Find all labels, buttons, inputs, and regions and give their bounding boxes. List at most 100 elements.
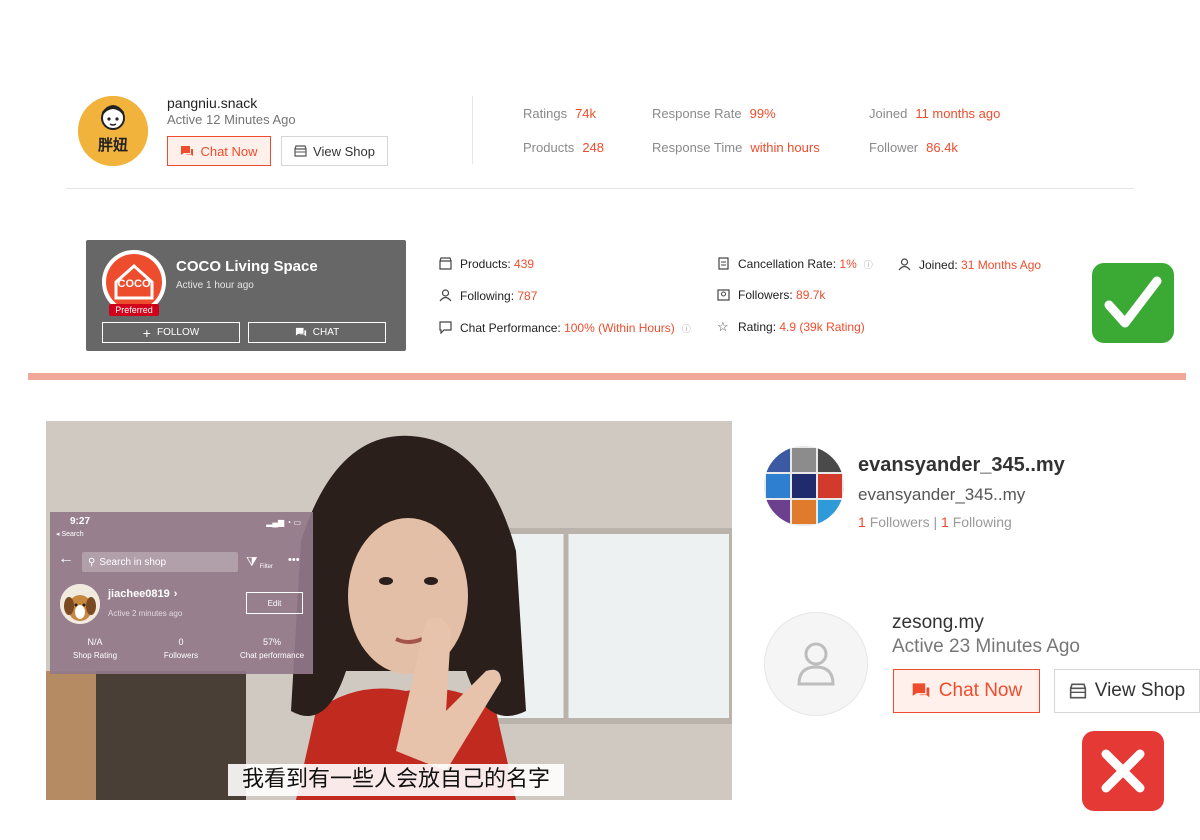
preferred-badge: Preferred [109, 304, 159, 316]
view-shop-button[interactable]: View Shop [281, 136, 388, 166]
metric-label: Chat performance [239, 651, 305, 660]
stat-label: Joined [869, 106, 908, 121]
shop-header-pangniu: 胖妞 pangniu.snack Active 12 Minutes Ago C… [0, 0, 1200, 200]
followers-count: 1 [858, 514, 866, 530]
stat-value: 439 [514, 257, 535, 271]
followers-label[interactable]: Followers [870, 514, 930, 530]
stat-label: Response Time [652, 140, 743, 155]
logo-text: 胖妞 [97, 136, 128, 154]
active-status: Active 12 Minutes Ago [167, 112, 296, 127]
metric-label: Shop Rating [72, 651, 118, 660]
stat-value: 89.7k [796, 288, 826, 302]
back-arrow-icon[interactable]: ← [58, 550, 74, 568]
logo-text: COCO [117, 278, 151, 290]
metric-chat-performance: 57% Chat performance [232, 637, 312, 660]
stat-label: Rating: [738, 320, 777, 334]
star-icon: ☆ [717, 319, 729, 334]
metric-shop-rating: N/A Shop Rating [60, 637, 130, 660]
phone-screenshot-overlay: 9:27 ▂▄▆ ◔ ▭ ◂ Search ← ⚲ Search in shop… [50, 512, 313, 674]
section-divider [28, 373, 1186, 380]
chat-button[interactable]: CHAT [248, 322, 386, 343]
stat-joined: Joined 11 months ago [869, 106, 1000, 121]
check-icon [1092, 263, 1174, 343]
filter-icon: ⧩ [246, 554, 258, 569]
info-icon[interactable]: ⓘ [682, 322, 691, 335]
chat-icon [181, 145, 194, 156]
metric-value: 57% [262, 637, 281, 647]
chat-label: CHAT [312, 327, 340, 338]
back-link[interactable]: ◂ Search [56, 530, 84, 538]
username-text: jiachee0819 [108, 588, 170, 600]
search-input[interactable]: ⚲ Search in shop [82, 552, 238, 572]
follow-button[interactable]: + FOLLOW [102, 322, 240, 343]
stat-products: Products 248 [523, 140, 604, 155]
stat-label: Products [523, 140, 575, 155]
stat-label: Products: [460, 257, 511, 271]
users-icon [717, 288, 731, 302]
metric-value: 0 [178, 637, 184, 647]
stat-value: 31 Months Ago [961, 258, 1042, 272]
view-shop-button[interactable]: View Shop [1054, 669, 1200, 713]
shop-name: zesong.my [892, 612, 984, 633]
document-icon [717, 257, 731, 271]
chat-icon [912, 683, 930, 698]
vertical-divider [472, 96, 473, 164]
chevron-right-icon: › [173, 588, 178, 600]
stat-chat-performance: Chat Performance: 100% (Within Hours) ⓘ [439, 321, 691, 335]
edit-label: Edit [267, 598, 282, 608]
following-count: 1 [941, 514, 949, 530]
stat-label: Followers: [738, 288, 793, 302]
stat-label: Chat Performance: [460, 321, 561, 335]
dog-avatar-icon [60, 584, 100, 624]
stat-label: Ratings [523, 106, 568, 121]
stat-value: 4.9 (39k Rating) [779, 320, 865, 334]
profile-username[interactable]: jiachee0819 › [108, 588, 177, 600]
stat-label: Joined: [919, 258, 958, 272]
shop-avatar[interactable]: 胖妞 [78, 96, 148, 166]
stat-follower: Follower 86.4k [869, 140, 958, 155]
search-placeholder: Search in shop [99, 556, 167, 568]
more-icon[interactable]: ••• [288, 554, 300, 566]
metric-label: Followers [163, 651, 199, 660]
stat-followers: Followers: 89.7k [717, 288, 825, 302]
stat-products: Products: 439 [439, 257, 534, 271]
following-label[interactable]: Following [953, 514, 1012, 530]
shop-icon [294, 145, 307, 157]
chat-now-button[interactable]: Chat Now [893, 669, 1040, 713]
shop-name: COCO Living Space [176, 258, 318, 275]
stat-label: Cancellation Rate: [738, 257, 837, 271]
metric-value: N/A [87, 637, 103, 647]
profile-active: Active 2 minutes ago [108, 609, 183, 618]
search-icon: ⚲ [88, 556, 96, 568]
shop-name: evansyander_345..my [858, 454, 1065, 476]
stat-value: 248 [582, 140, 605, 155]
stat-rating: ☆ Rating: 4.9 (39k Rating) [717, 320, 865, 334]
stat-ratings: Ratings 74k [523, 106, 596, 121]
follow-label: FOLLOW [156, 327, 200, 338]
chat-bubble-icon [439, 321, 453, 335]
filter-label: Filter [259, 564, 273, 570]
shop-avatar[interactable] [764, 446, 844, 526]
video-subtitle: 我看到有一些人会放自己的名字 [228, 764, 564, 796]
metric-followers: 0 Followers [150, 637, 212, 660]
info-icon[interactable]: ⓘ [864, 258, 873, 271]
stat-response-time: Response Time within hours [652, 140, 820, 155]
stat-value: 1% [839, 257, 857, 271]
filter-button[interactable]: ⧩ Filter [246, 554, 273, 570]
edit-button[interactable]: Edit [246, 592, 303, 614]
stat-following: Following: 787 [439, 289, 537, 303]
video-frame: 9:27 ▂▄▆ ◔ ▭ ◂ Search ← ⚲ Search in shop… [46, 421, 732, 800]
shop-card: COCO Preferred COCO Living Space Active … [86, 240, 406, 351]
shop-avatar[interactable] [764, 612, 868, 716]
phone-time: 9:27 [70, 516, 91, 527]
status-icons: ▂▄▆ ◔ ▭ [266, 518, 301, 527]
chat-now-button[interactable]: Chat Now [167, 136, 271, 166]
stat-label: Following: [460, 289, 515, 303]
stat-joined: Joined: 31 Months Ago [898, 258, 1041, 272]
stat-label: Follower [869, 140, 919, 155]
profile-avatar[interactable] [60, 584, 100, 624]
girl-logo-icon [78, 96, 148, 166]
follow-counts: 1 Followers | 1 Following [858, 514, 1012, 530]
stat-value: 100% (Within Hours) [564, 321, 675, 335]
view-shop-label: View Shop [1094, 680, 1186, 701]
